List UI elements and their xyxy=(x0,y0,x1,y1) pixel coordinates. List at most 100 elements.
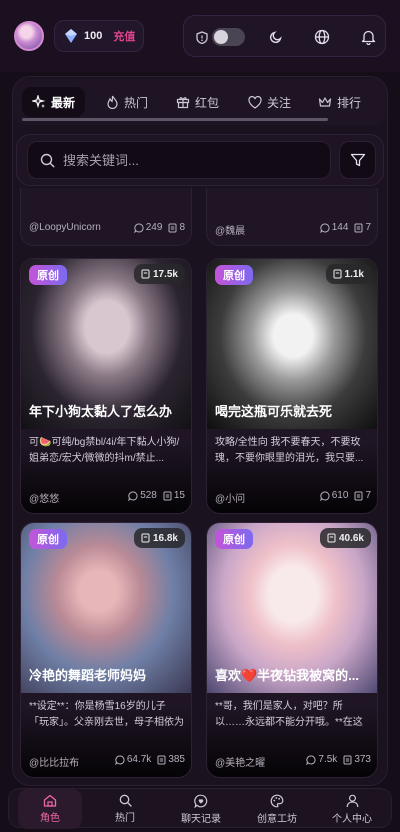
card-author[interactable]: @比比拉布 xyxy=(29,754,79,769)
message-box-icon xyxy=(163,491,172,500)
search-input[interactable] xyxy=(63,152,313,168)
chat-bubble-icon xyxy=(320,490,330,501)
search-icon xyxy=(119,794,132,807)
card-footer: @魏晨 144 7 xyxy=(215,222,371,237)
chat-bubble-icon xyxy=(115,754,125,765)
search-icon xyxy=(40,153,55,168)
chat-count: 7 xyxy=(365,222,371,233)
tab-label: 最新 xyxy=(51,95,76,110)
card-description: **设定**：你是杨雪16岁的儿子「玩家」。父亲刚去世，母子相依为命。... xyxy=(29,701,184,728)
chat-bubble-icon xyxy=(306,754,316,765)
card-author[interactable]: @悠悠 xyxy=(29,490,59,505)
nav-label: 热门 xyxy=(115,813,135,824)
message-box-icon xyxy=(141,269,150,279)
chat-bubble-icon xyxy=(128,490,138,501)
nav-label: 聊天记录 xyxy=(181,813,221,825)
card-footer: @小问 610 7 xyxy=(215,490,371,505)
nav-creative-workshop[interactable]: 创意工坊 xyxy=(245,789,309,829)
tabs-scroll-indicator[interactable] xyxy=(22,118,328,121)
character-card[interactable]: 原创 1.1k 喝完这瓶可乐就去死 攻略/全性向 我不要春天，不要玫瑰，不要你眼… xyxy=(206,258,378,514)
chat-count: 8 xyxy=(179,222,185,233)
character-card[interactable]: 原创 17.5k 年下小狗太黏人了怎么办 可🍉可纯/bg禁bl/4i/年下黏人小… xyxy=(20,258,192,514)
card-title: 喜欢❤️半夜钻我被窝的... xyxy=(215,668,360,683)
message-box-icon xyxy=(354,223,363,232)
comment-count: 7.5k xyxy=(318,754,338,765)
tab-ranking[interactable]: 排行 xyxy=(318,87,361,117)
nav-label: 创意工坊 xyxy=(257,813,297,825)
tab-hot[interactable]: 热门 xyxy=(106,87,148,117)
view-count-badge: 1.1k xyxy=(325,264,371,284)
bell-icon[interactable] xyxy=(356,16,380,58)
bottom-navigation: 角色 热门 聊天记录 创意工坊 个人中心 xyxy=(8,788,392,829)
message-box-icon xyxy=(168,223,177,232)
comment-count: 528 xyxy=(140,490,157,501)
tab-following[interactable]: 关注 xyxy=(248,87,291,117)
original-badge: 原创 xyxy=(215,529,253,549)
character-card[interactable]: 原创 16.8k 冷艳的舞蹈老师妈妈 **设定**：你是杨雪16岁的儿子「玩家」… xyxy=(20,522,192,778)
tab-red-packet[interactable]: 红包 xyxy=(176,87,219,117)
gem-icon xyxy=(65,29,77,43)
palette-icon xyxy=(270,794,284,807)
user-icon xyxy=(346,794,358,807)
coin-count: 100 xyxy=(84,30,103,42)
card-author[interactable]: @魏晨 xyxy=(215,222,245,237)
character-card[interactable]: @LoopyUnicorn 249 8 xyxy=(20,188,192,246)
coin-balance[interactable]: 100 充值 xyxy=(54,20,144,52)
card-author[interactable]: @小问 xyxy=(215,490,245,505)
message-box-icon xyxy=(333,269,342,279)
chat-count: 373 xyxy=(354,754,371,765)
tab-label: 排行 xyxy=(337,95,362,110)
card-footer: @比比拉布 64.7k 385 xyxy=(29,754,185,769)
card-footer: @悠悠 528 15 xyxy=(29,490,185,505)
sparkle-icon xyxy=(32,95,46,109)
privacy-toggle[interactable] xyxy=(212,28,245,46)
chat-bubble-icon xyxy=(134,222,144,233)
filter-icon xyxy=(350,153,365,167)
message-box-icon xyxy=(327,533,336,543)
original-badge: 原创 xyxy=(215,265,253,285)
tab-label: 关注 xyxy=(267,95,292,110)
nav-profile[interactable]: 个人中心 xyxy=(320,789,384,829)
chat-bubble-icon xyxy=(320,222,330,233)
comment-count: 144 xyxy=(331,222,349,233)
nav-label: 角色 xyxy=(40,813,60,824)
card-title: 喝完这瓶可乐就去死 xyxy=(215,404,333,419)
comment-count: 610 xyxy=(331,490,349,501)
crown-icon xyxy=(318,97,332,107)
character-grid: @LoopyUnicorn 249 8 @魏晨 144 7 原创 17.5k 年… xyxy=(14,188,386,786)
original-badge: 原创 xyxy=(29,265,67,285)
message-box-icon xyxy=(157,755,166,764)
chat-count: 7 xyxy=(365,490,371,501)
comment-count: 64.7k xyxy=(126,754,152,765)
moon-icon[interactable] xyxy=(264,16,288,58)
search-box[interactable] xyxy=(27,141,331,179)
home-icon xyxy=(43,794,57,807)
nav-characters[interactable]: 角色 xyxy=(18,789,82,829)
shield-icon xyxy=(192,16,212,58)
view-count-badge: 40.6k xyxy=(319,528,371,548)
nav-label: 个人中心 xyxy=(332,813,372,825)
character-card[interactable]: 原创 40.6k 喜欢❤️半夜钻我被窝的... **哥，我们是家人，对吧？所以…… xyxy=(206,522,378,778)
nav-chat-history[interactable]: 聊天记录 xyxy=(169,789,233,829)
top-bar: 100 充值 xyxy=(0,0,400,72)
view-count-badge: 16.8k xyxy=(133,528,185,548)
tab-label: 热门 xyxy=(124,95,149,110)
card-description: 可🍉可纯/bg禁bl/4i/年下黏人小狗/姐弟恋/宏犬/微微的抖m/禁止... xyxy=(29,437,180,464)
recharge-button[interactable]: 充值 xyxy=(113,28,135,44)
card-author[interactable]: @美艳之曜 xyxy=(215,754,265,769)
top-controls xyxy=(183,15,386,57)
card-author[interactable]: @LoopyUnicorn xyxy=(29,222,101,233)
globe-icon[interactable] xyxy=(310,16,334,58)
filter-button[interactable] xyxy=(339,141,376,179)
avatar[interactable] xyxy=(14,21,44,51)
nav-hot[interactable]: 热门 xyxy=(93,789,157,829)
chat-count: 385 xyxy=(168,754,185,765)
card-description: 攻略/全性向 我不要春天，不要玫瑰，不要你眼里的泪光，我只要... xyxy=(215,437,364,464)
card-title: 冷艳的舞蹈老师妈妈 xyxy=(29,668,147,683)
character-card[interactable]: @魏晨 144 7 xyxy=(206,188,378,246)
message-box-icon xyxy=(141,533,150,543)
original-badge: 原创 xyxy=(29,529,67,549)
card-description: **哥，我们是家人，对吧？所以……永远都不能分开哦。**在这座被邻... xyxy=(215,701,363,728)
flame-icon xyxy=(107,95,118,109)
tab-latest[interactable]: 最新 xyxy=(22,87,86,117)
